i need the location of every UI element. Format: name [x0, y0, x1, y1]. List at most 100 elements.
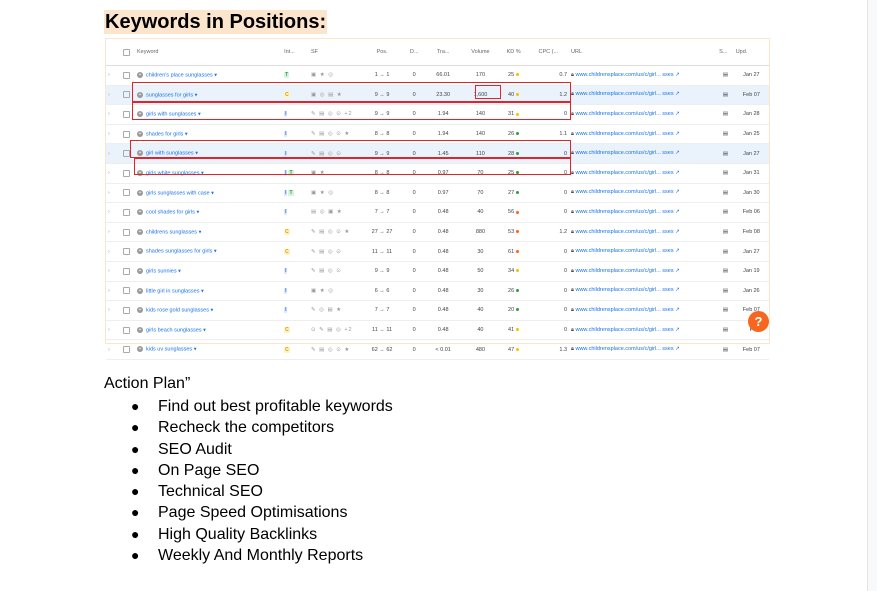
external-link-icon[interactable]: ↗ — [675, 131, 680, 137]
keyword-link[interactable]: little girl in sunglasses ▾ — [146, 288, 204, 294]
external-link-icon[interactable]: ↗ — [675, 111, 680, 117]
serp-snapshot-icon[interactable]: ▤ — [723, 151, 728, 157]
keyword-link[interactable]: kids rose gold sunglasses ▾ — [146, 308, 213, 314]
row-checkbox[interactable] — [122, 267, 130, 275]
url-link[interactable]: www.childrensplace.com/us/c/girl... sses — [574, 72, 675, 78]
chevron-right-icon[interactable]: › — [108, 268, 110, 274]
row-checkbox[interactable] — [122, 71, 130, 79]
column-header-kd[interactable]: KD % — [499, 39, 528, 66]
external-link-icon[interactable]: ↗ — [675, 170, 680, 176]
add-keyword-icon[interactable]: + — [137, 209, 143, 216]
external-link-icon[interactable]: ↗ — [675, 307, 680, 313]
serp-snapshot-icon[interactable]: ▤ — [723, 131, 728, 137]
row-checkbox[interactable] — [122, 306, 130, 314]
chevron-right-icon[interactable]: › — [108, 249, 110, 255]
serp-snapshot-icon[interactable]: ▤ — [723, 268, 728, 274]
url-link[interactable]: www.childrensplace.com/us/c/girl... sses — [574, 229, 675, 235]
add-keyword-icon[interactable]: + — [137, 307, 143, 314]
row-checkbox[interactable] — [122, 150, 130, 158]
external-link-icon[interactable]: ↗ — [675, 209, 680, 215]
add-keyword-icon[interactable]: + — [137, 189, 143, 196]
add-keyword-icon[interactable]: + — [137, 346, 143, 353]
row-checkbox[interactable] — [122, 208, 130, 216]
url-link[interactable]: www.childrensplace.com/us/c/girl... sses — [574, 91, 675, 97]
url-link[interactable]: www.childrensplace.com/us/c/girl... sses — [574, 287, 675, 293]
add-keyword-icon[interactable]: + — [137, 268, 143, 274]
column-header-sf[interactable]: SF — [309, 39, 361, 66]
external-link-icon[interactable]: ↗ — [675, 327, 680, 333]
column-header-intent[interactable]: Int... — [282, 39, 310, 66]
row-checkbox[interactable] — [122, 169, 130, 177]
keyword-link[interactable]: cool shades for girls ▾ — [146, 210, 199, 216]
keyword-link[interactable]: girls beach sunglasses ▾ — [146, 327, 206, 333]
add-keyword-icon[interactable]: + — [137, 130, 143, 137]
add-keyword-icon[interactable]: + — [137, 287, 143, 294]
chevron-right-icon[interactable]: › — [108, 111, 110, 117]
external-link-icon[interactable]: ↗ — [675, 268, 680, 274]
column-header-cpc[interactable]: CPC (... — [527, 39, 570, 66]
url-link[interactable]: www.childrensplace.com/us/c/girl... sses — [574, 189, 675, 195]
chevron-right-icon[interactable]: › — [108, 327, 110, 333]
chevron-right-icon[interactable]: › — [108, 190, 110, 196]
external-link-icon[interactable]: ↗ — [675, 189, 680, 195]
keyword-link[interactable]: kids uv sunglasses ▾ — [146, 347, 196, 353]
row-checkbox[interactable] — [122, 91, 130, 99]
chevron-right-icon[interactable]: › — [108, 151, 110, 157]
add-keyword-icon[interactable]: + — [137, 248, 143, 255]
add-keyword-icon[interactable]: + — [137, 72, 143, 79]
external-link-icon[interactable]: ↗ — [675, 287, 680, 293]
column-header-keyword[interactable]: Keyword — [135, 39, 283, 66]
serp-snapshot-icon[interactable]: ▤ — [723, 170, 728, 176]
serp-snapshot-icon[interactable]: ▤ — [723, 92, 728, 98]
external-link-icon[interactable]: ↗ — [675, 72, 680, 78]
serp-snapshot-icon[interactable]: ▤ — [723, 288, 728, 294]
url-link[interactable]: www.childrensplace.com/us/c/girl... sses — [574, 307, 675, 313]
serp-snapshot-icon[interactable]: ▤ — [723, 209, 728, 215]
keyword-link[interactable]: children's place sunglasses ▾ — [146, 73, 217, 79]
column-header-volume[interactable]: Volume — [461, 39, 500, 66]
row-checkbox[interactable] — [122, 130, 130, 138]
external-link-icon[interactable]: ↗ — [675, 91, 680, 97]
row-checkbox[interactable] — [122, 248, 130, 256]
chevron-right-icon[interactable]: › — [108, 170, 110, 176]
url-link[interactable]: www.childrensplace.com/us/c/girl... sses — [574, 170, 675, 176]
external-link-icon[interactable]: ↗ — [675, 150, 680, 156]
url-link[interactable]: www.childrensplace.com/us/c/girl... sses — [574, 327, 675, 333]
chevron-right-icon[interactable]: › — [108, 72, 110, 78]
chevron-right-icon[interactable]: › — [108, 92, 110, 98]
url-link[interactable]: www.childrensplace.com/us/c/girl... sses — [574, 248, 675, 254]
keyword-link[interactable]: girls sunglasses with case ▾ — [146, 190, 214, 196]
column-header-url[interactable]: URL — [569, 39, 718, 66]
url-link[interactable]: www.childrensplace.com/us/c/girl... sses — [574, 111, 675, 117]
serp-snapshot-icon[interactable]: ▤ — [723, 347, 728, 353]
chevron-right-icon[interactable]: › — [108, 131, 110, 137]
url-link[interactable]: www.childrensplace.com/us/c/girl... sses — [574, 131, 675, 137]
row-checkbox[interactable] — [122, 228, 130, 236]
column-header-position[interactable]: Pos. — [360, 39, 404, 66]
keyword-link[interactable]: shades for girls ▾ — [146, 131, 188, 137]
row-checkbox[interactable] — [122, 326, 130, 334]
keyword-link[interactable]: shades sunglasses for girls ▾ — [146, 249, 217, 255]
column-header-traffic[interactable]: Tra... — [425, 39, 462, 66]
add-keyword-icon[interactable]: + — [137, 326, 143, 333]
add-keyword-icon[interactable]: + — [137, 228, 143, 235]
row-checkbox[interactable] — [122, 110, 130, 118]
chevron-right-icon[interactable]: › — [108, 229, 110, 235]
external-link-icon[interactable]: ↗ — [675, 229, 680, 235]
chevron-right-icon[interactable]: › — [108, 288, 110, 294]
row-checkbox[interactable] — [122, 287, 130, 295]
url-link[interactable]: www.childrensplace.com/us/c/girl... sses — [574, 150, 675, 156]
url-link[interactable]: www.childrensplace.com/us/c/girl... sses — [574, 209, 675, 215]
external-link-icon[interactable]: ↗ — [675, 346, 680, 352]
url-link[interactable]: www.childrensplace.com/us/c/girl... sses — [574, 268, 675, 274]
serp-snapshot-icon[interactable]: ▤ — [723, 327, 728, 333]
row-checkbox[interactable] — [122, 189, 130, 197]
chevron-right-icon[interactable]: › — [108, 209, 110, 215]
help-button[interactable]: ? — [748, 311, 769, 332]
url-link[interactable]: www.childrensplace.com/us/c/girl... sses — [574, 346, 675, 352]
chevron-right-icon[interactable]: › — [108, 307, 110, 313]
row-checkbox[interactable] — [122, 346, 130, 354]
external-link-icon[interactable]: ↗ — [675, 248, 680, 254]
serp-snapshot-icon[interactable]: ▤ — [723, 229, 728, 235]
column-header-serp[interactable]: S... — [717, 39, 734, 66]
